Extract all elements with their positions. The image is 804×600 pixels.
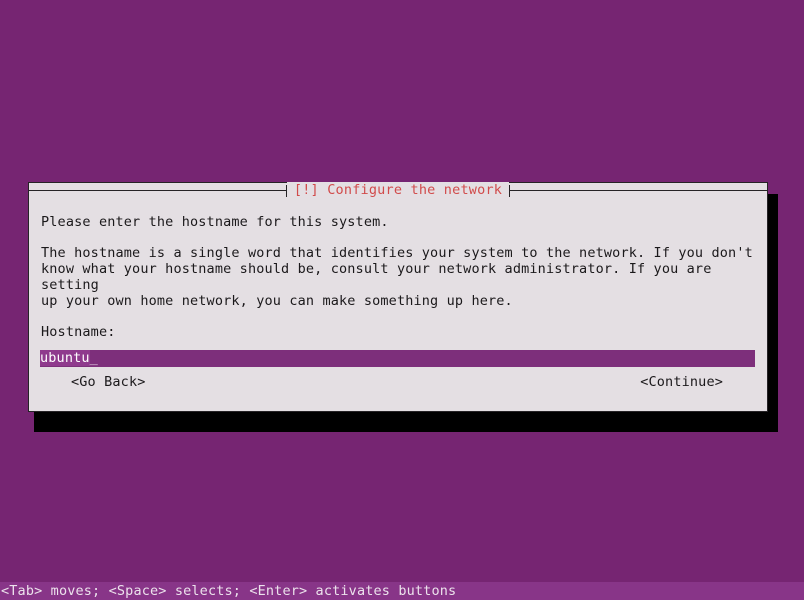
dialog-title: [!] Configure the network [286,182,510,199]
text-cursor: _ [89,349,98,366]
dialog-button-row: <Go Back> <Continue> [41,374,755,390]
titlebar-rule-left [29,185,287,197]
intro-text: Please enter the hostname for this syste… [41,214,389,230]
explanation-text: The hostname is a single word that ident… [41,245,753,309]
continue-button[interactable]: <Continue> [640,374,723,390]
installer-screen: [!] Configure the network Please enter t… [0,0,804,600]
dialog-titlebar: [!] Configure the network [29,182,768,199]
hostname-input[interactable]: ubuntu_ [40,349,755,367]
configure-network-dialog: [!] Configure the network Please enter t… [28,182,768,412]
go-back-button[interactable]: <Go Back> [71,374,146,390]
titlebar-rule-right [509,185,768,197]
hostname-label: Hostname: [41,323,116,340]
hostname-input-value: ubuntu [40,349,90,366]
hostname-input-row[interactable]: ________________________________________… [40,349,755,367]
dialog-body: Please enter the hostname for this syste… [29,200,767,411]
keyboard-hint-statusbar: <Tab> moves; <Space> selects; <Enter> ac… [0,582,804,600]
